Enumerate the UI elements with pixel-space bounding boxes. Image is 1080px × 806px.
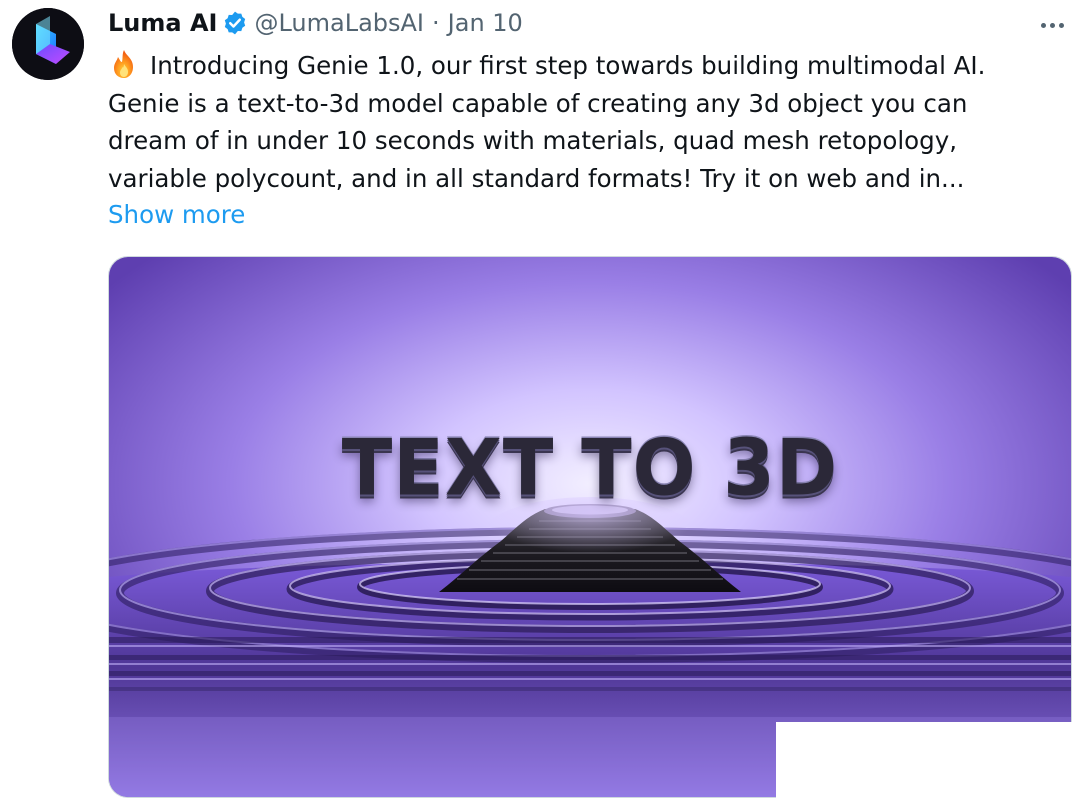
tweet-header: Luma AI @LumaLabsAI · Jan 10 [108,6,523,40]
author-name[interactable]: Luma AI [108,9,217,37]
media-image [109,257,1071,797]
header-separator: · [432,9,440,37]
fire-emoji-icon [108,49,140,79]
verified-badge-icon[interactable] [222,10,248,36]
show-more-link[interactable]: Show more [108,196,245,233]
tweet-media[interactable]: TEXT TO 3D [108,256,1072,798]
tweet-line: variable polycount, and in all standard … [108,163,965,193]
tweet-line-text: Introducing Genie 1.0, our first step to… [150,51,986,80]
more-options-icon [1058,22,1064,28]
crop-corner [776,722,1080,806]
luma-logo-icon [12,8,84,80]
more-options-icon [1049,22,1055,28]
more-options-button[interactable] [1032,14,1072,36]
tweet-text: Introducing Genie 1.0, our first step to… [108,47,1068,197]
media-headline: TEXT TO 3D [341,422,839,514]
tweet-line: dream of in under 10 seconds with materi… [108,126,957,155]
tweet-line: Genie is a text-to-3d model capable of c… [108,88,968,118]
tweet-line: Introducing Genie 1.0, our first step to… [108,47,1068,85]
more-options-icon [1040,22,1046,28]
avatar[interactable] [12,8,84,80]
tweet-date[interactable]: Jan 10 [448,9,523,37]
author-handle[interactable]: @LumaLabsAI [254,9,424,37]
